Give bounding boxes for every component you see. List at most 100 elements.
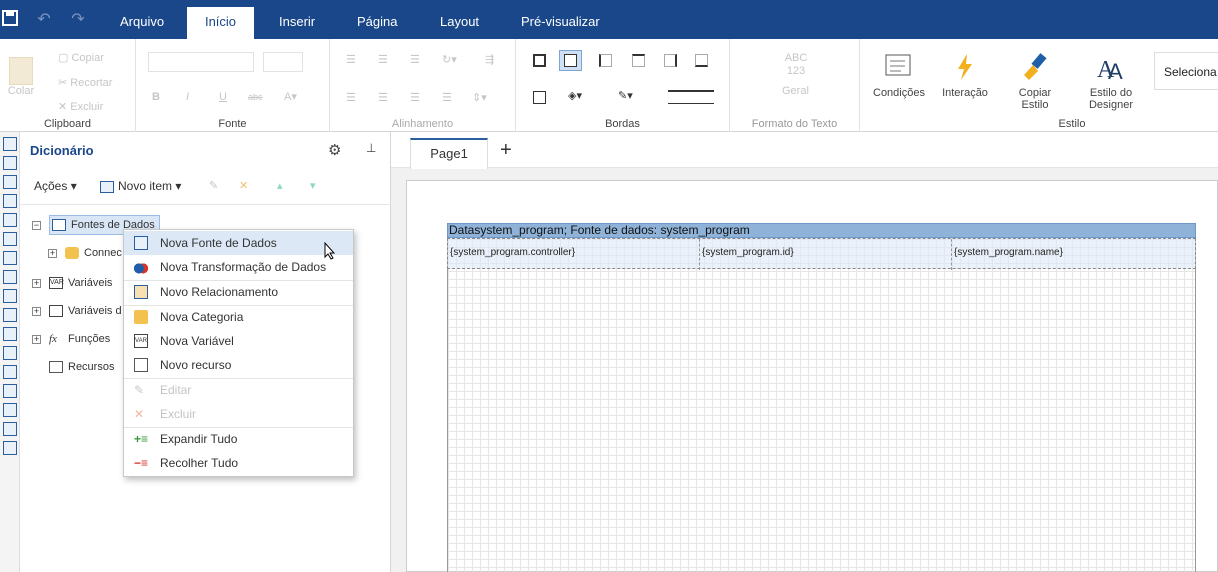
menu-item-expand-all[interactable]: +≡ Expandir Tudo bbox=[124, 427, 353, 451]
align-bottom-icon[interactable]: ☰ bbox=[410, 53, 420, 66]
tree-item-functions[interactable]: + fx Funções bbox=[32, 329, 110, 349]
tab-inserir[interactable]: Inserir bbox=[273, 7, 321, 39]
format-sample-icon[interactable]: ABC 123 bbox=[780, 52, 812, 78]
align-justify-icon[interactable]: ☰ bbox=[442, 91, 452, 104]
rotate-icon[interactable]: ↻▾ bbox=[442, 53, 457, 66]
save-icon[interactable] bbox=[0, 10, 20, 30]
delete-icon[interactable]: ✕ bbox=[239, 179, 248, 192]
strikethrough-button[interactable]: abc bbox=[248, 92, 263, 102]
tree-item-system-variables[interactable]: + Variáveis d bbox=[32, 301, 122, 321]
menu-item-collapse-all[interactable]: −≡ Recolher Tudo bbox=[124, 451, 353, 475]
delete-button[interactable]: ✕ Excluir bbox=[58, 100, 103, 113]
font-size-select[interactable] bbox=[263, 52, 303, 72]
menu-item-new-transformation[interactable]: Nova Transformação de Dados bbox=[124, 255, 353, 279]
component-icon[interactable] bbox=[3, 270, 17, 284]
menu-item-new-data-source[interactable]: Nova Fonte de Dados bbox=[124, 231, 353, 255]
border-bottom-icon[interactable] bbox=[695, 54, 708, 67]
copy-style-button[interactable]: Copiar Estilo bbox=[1007, 51, 1063, 111]
component-icon[interactable] bbox=[3, 327, 17, 341]
border-all-icon[interactable] bbox=[533, 54, 546, 67]
component-icon[interactable] bbox=[3, 441, 17, 455]
style-select[interactable]: Seleciona bbox=[1154, 52, 1218, 90]
expand-icon[interactable]: + bbox=[48, 248, 57, 258]
tree-item-connection[interactable]: + Connec bbox=[48, 243, 122, 263]
interaction-button[interactable]: Interação bbox=[938, 51, 992, 99]
line-style-select[interactable] bbox=[668, 90, 714, 104]
tab-arquivo[interactable]: Arquivo bbox=[114, 7, 170, 39]
paste-button[interactable]: Colar bbox=[7, 57, 35, 97]
band-icon[interactable] bbox=[3, 194, 17, 208]
underline-button[interactable]: U bbox=[219, 91, 227, 103]
pin-icon[interactable]: ⊥ bbox=[366, 141, 376, 155]
tree-item-variables[interactable]: + VAR Variáveis bbox=[32, 273, 112, 293]
tab-pagina[interactable]: Página bbox=[351, 7, 403, 39]
move-up-icon[interactable]: ▴ bbox=[277, 179, 283, 192]
component-icon[interactable] bbox=[3, 403, 17, 417]
fill-color-icon[interactable]: ◈▾ bbox=[568, 89, 582, 102]
font-name-select[interactable] bbox=[148, 52, 254, 72]
collapse-icon[interactable]: − bbox=[32, 220, 41, 230]
cut-button[interactable]: ✂ Recortar bbox=[58, 76, 112, 89]
line-spacing-icon[interactable]: ⇕▾ bbox=[472, 91, 487, 104]
menu-item-new-relation[interactable]: Novo Relacionamento bbox=[124, 280, 353, 304]
tab-inicio[interactable]: Início bbox=[187, 7, 254, 39]
component-icon[interactable] bbox=[3, 289, 17, 303]
tab-page1[interactable]: Page1 bbox=[410, 138, 488, 169]
copy-button[interactable]: ▢ Copiar bbox=[58, 51, 104, 64]
text-field-id[interactable]: {system_program.id} bbox=[702, 247, 794, 258]
component-icon[interactable] bbox=[3, 308, 17, 322]
border-settings-icon[interactable] bbox=[533, 91, 546, 104]
new-item-menu[interactable]: Novo item ▾ bbox=[100, 179, 181, 193]
edit-icon[interactable]: ✎ bbox=[209, 179, 218, 192]
add-page-icon[interactable]: + bbox=[500, 139, 512, 162]
align-center-icon[interactable]: ☰ bbox=[378, 91, 388, 104]
new-item-icon bbox=[100, 180, 114, 193]
border-left-icon[interactable] bbox=[599, 54, 612, 67]
move-down-icon[interactable]: ▾ bbox=[310, 179, 316, 192]
font-color-button[interactable]: A▾ bbox=[284, 90, 297, 103]
band-icon[interactable] bbox=[3, 156, 17, 170]
component-icon[interactable] bbox=[3, 251, 17, 265]
align-left-icon[interactable]: ☰ bbox=[346, 91, 356, 104]
line-color-icon[interactable]: ✎▾ bbox=[618, 89, 633, 102]
redo-icon[interactable]: ↷ bbox=[68, 10, 88, 30]
component-icon[interactable] bbox=[3, 232, 17, 246]
menu-item-new-resource[interactable]: Novo recurso bbox=[124, 353, 353, 377]
actions-menu[interactable]: Ações ▾ bbox=[34, 179, 77, 193]
expand-icon[interactable]: + bbox=[32, 334, 41, 344]
component-icon[interactable] bbox=[3, 422, 17, 436]
tab-layout[interactable]: Layout bbox=[434, 7, 485, 39]
data-band[interactable]: {system_program.controller} {system_prog… bbox=[447, 238, 1196, 270]
undo-icon[interactable]: ↶ bbox=[34, 10, 54, 30]
menu-item-delete: ✕ Excluir bbox=[124, 402, 353, 426]
interaction-label: Interação bbox=[942, 87, 988, 99]
tree-item-resources[interactable]: Recursos bbox=[49, 357, 114, 377]
wrap-icon[interactable]: ⇶ bbox=[485, 53, 494, 66]
text-field-controller[interactable]: {system_program.controller} bbox=[450, 247, 575, 258]
align-middle-icon[interactable]: ☰ bbox=[378, 53, 388, 66]
band-icon[interactable] bbox=[3, 175, 17, 189]
expand-icon[interactable]: + bbox=[32, 278, 41, 288]
menu-item-new-category[interactable]: Nova Categoria bbox=[124, 305, 353, 329]
conditions-button[interactable]: Condições bbox=[872, 51, 926, 99]
component-icon[interactable] bbox=[3, 384, 17, 398]
gear-icon[interactable]: ⚙ bbox=[328, 141, 341, 159]
text-field-name[interactable]: {system_program.name} bbox=[954, 247, 1063, 258]
designer-style-button[interactable]: AA Estilo do Designer bbox=[1078, 51, 1144, 111]
align-top-icon[interactable]: ☰ bbox=[346, 53, 356, 66]
italic-button[interactable]: I bbox=[186, 91, 189, 103]
database-icon bbox=[65, 247, 79, 260]
border-right-icon[interactable] bbox=[664, 54, 677, 67]
menu-item-new-variable[interactable]: VAR Nova Variável bbox=[124, 329, 353, 353]
tab-pre-visualizar[interactable]: Pré-visualizar bbox=[515, 7, 606, 39]
band-icon[interactable] bbox=[3, 137, 17, 151]
expand-icon[interactable]: + bbox=[32, 306, 41, 316]
component-icon[interactable] bbox=[3, 213, 17, 227]
data-band-header[interactable]: Datasystem_program; Fonte de dados: syst… bbox=[447, 223, 1196, 238]
component-icon[interactable] bbox=[3, 346, 17, 360]
bold-button[interactable]: B bbox=[152, 91, 160, 103]
border-top-icon[interactable] bbox=[632, 54, 645, 67]
border-none-icon[interactable] bbox=[559, 50, 582, 71]
component-icon[interactable] bbox=[3, 365, 17, 379]
align-right-icon[interactable]: ☰ bbox=[410, 91, 420, 104]
